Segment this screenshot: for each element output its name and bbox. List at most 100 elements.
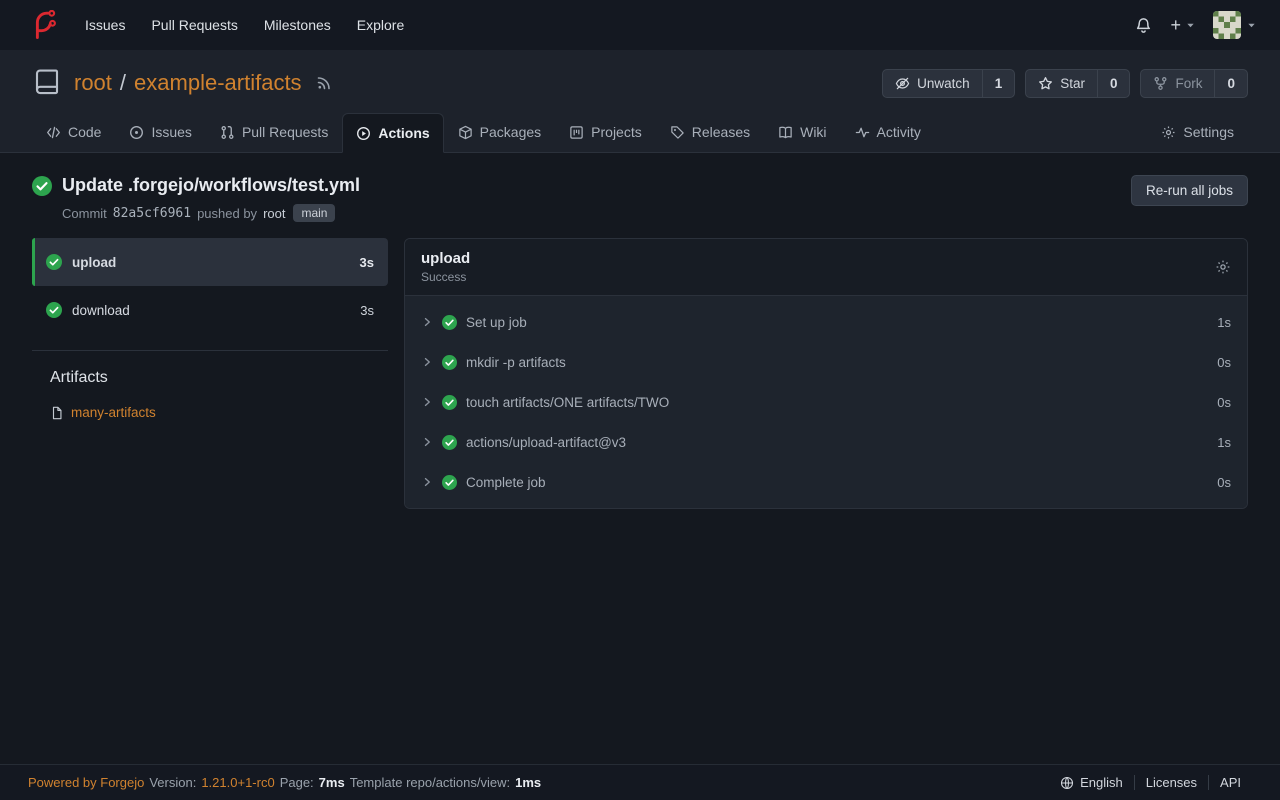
job-name: upload [72, 255, 116, 270]
tab-label: Wiki [800, 124, 826, 140]
fork-button[interactable]: Fork 0 [1140, 69, 1248, 98]
tab-pull-requests[interactable]: Pull Requests [206, 112, 342, 152]
fork-label: Fork [1175, 76, 1202, 91]
success-check-icon [442, 315, 457, 330]
licenses-link[interactable]: Licenses [1134, 775, 1208, 790]
tab-label: Settings [1183, 124, 1234, 140]
unwatch-button[interactable]: Unwatch 1 [882, 69, 1015, 98]
job-detail-panel: upload Success Set up job 1s [404, 238, 1248, 509]
tab-label: Activity [877, 124, 921, 140]
api-link[interactable]: API [1208, 775, 1252, 790]
success-check-icon [46, 302, 62, 318]
step-duration: 1s [1217, 435, 1231, 450]
jobs-sidebar: upload 3s download 3s Artifacts many-art… [32, 238, 388, 420]
star-button[interactable]: Star 0 [1025, 69, 1130, 98]
file-icon [50, 406, 64, 420]
step-row-upload-artifact[interactable]: actions/upload-artifact@v3 1s [405, 422, 1247, 462]
run-success-check-icon [32, 176, 52, 196]
create-new-menu[interactable]: + [1170, 15, 1195, 36]
step-row-mkdir[interactable]: mkdir -p artifacts 0s [405, 342, 1247, 382]
sidebar-divider [32, 350, 388, 351]
chevron-right-icon [421, 396, 433, 408]
star-label: Star [1060, 76, 1085, 91]
job-name: download [72, 303, 130, 318]
repo-name-link[interactable]: example-artifacts [134, 70, 302, 96]
tab-projects[interactable]: Projects [555, 112, 656, 152]
step-name: Set up job [466, 315, 527, 330]
language-label: English [1080, 775, 1123, 790]
artifact-item: many-artifacts [50, 405, 388, 420]
artifacts-heading: Artifacts [50, 369, 388, 387]
step-duration: 0s [1217, 475, 1231, 490]
footer-info: Powered by Forgejo Version: 1.21.0+1-rc0… [28, 775, 541, 790]
chevron-right-icon [421, 476, 433, 488]
step-row-complete-job[interactable]: Complete job 0s [405, 462, 1247, 502]
workflow-run-header: Update .forgejo/workflows/test.yml Commi… [0, 153, 1280, 230]
job-item-upload[interactable]: upload 3s [32, 238, 388, 286]
tab-wiki[interactable]: Wiki [764, 112, 840, 152]
commit-label: Commit [62, 206, 107, 221]
chevron-down-icon [1247, 21, 1256, 30]
tab-settings[interactable]: Settings [1147, 112, 1248, 152]
success-check-icon [46, 254, 62, 270]
forgejo-logo[interactable] [28, 10, 58, 40]
star-count[interactable]: 0 [1097, 70, 1130, 97]
repo-icon [32, 68, 62, 98]
tab-actions[interactable]: Actions [342, 113, 443, 153]
nav-item-pull-requests[interactable]: Pull Requests [138, 9, 250, 41]
tab-label: Issues [151, 124, 191, 140]
job-steps-list: Set up job 1s mkdir -p artifacts 0s [405, 296, 1247, 508]
issue-icon [129, 125, 144, 140]
project-board-icon [569, 125, 584, 140]
powered-by-link[interactable]: Powered by Forgejo [28, 775, 144, 790]
language-selector[interactable]: English [1049, 775, 1134, 790]
pulse-icon [855, 125, 870, 140]
tab-label: Projects [591, 124, 642, 140]
job-item-download[interactable]: download 3s [32, 286, 388, 334]
step-name: touch artifacts/ONE artifacts/TWO [466, 395, 669, 410]
repo-owner-link[interactable]: root [74, 70, 112, 96]
pull-request-icon [220, 125, 235, 140]
nav-item-milestones[interactable]: Milestones [251, 9, 344, 41]
step-name: mkdir -p artifacts [466, 355, 566, 370]
repo-tab-bar: Code Issues Pull Requests Actions [32, 112, 1248, 152]
navbar-links: Issues Pull Requests Milestones Explore [72, 9, 417, 41]
tab-activity[interactable]: Activity [841, 112, 935, 152]
nav-item-explore[interactable]: Explore [344, 9, 417, 41]
version-link[interactable]: 1.21.0+1-rc0 [201, 775, 274, 790]
branch-badge[interactable]: main [293, 204, 335, 222]
job-duration: 3s [360, 255, 374, 270]
tab-code[interactable]: Code [32, 112, 115, 152]
page-time-label: Page: [280, 775, 314, 790]
chevron-right-icon [421, 316, 433, 328]
tab-issues[interactable]: Issues [115, 112, 205, 152]
job-detail-title: upload [421, 250, 470, 267]
watch-count[interactable]: 1 [982, 70, 1015, 97]
author-link[interactable]: root [263, 206, 285, 221]
book-icon [778, 125, 793, 140]
tag-icon [670, 125, 685, 140]
run-title: Update .forgejo/workflows/test.yml [62, 175, 360, 196]
step-row-set-up-job[interactable]: Set up job 1s [405, 302, 1247, 342]
nav-item-issues[interactable]: Issues [72, 9, 138, 41]
commit-sha-link[interactable]: 82a5cf6961 [113, 206, 191, 221]
top-navbar: Issues Pull Requests Milestones Explore … [0, 0, 1280, 50]
user-menu[interactable] [1213, 11, 1256, 39]
template-time-value: 1ms [515, 775, 541, 790]
breadcrumb: root / example-artifacts [74, 70, 302, 96]
star-icon [1038, 76, 1053, 91]
rerun-all-jobs-button[interactable]: Re-run all jobs [1131, 175, 1248, 206]
globe-icon [1060, 776, 1074, 790]
tab-releases[interactable]: Releases [656, 112, 764, 152]
step-duration: 1s [1217, 315, 1231, 330]
step-row-touch-artifacts[interactable]: touch artifacts/ONE artifacts/TWO 0s [405, 382, 1247, 422]
job-status-text: Success [421, 270, 470, 284]
rss-icon[interactable] [316, 75, 332, 91]
job-options-gear-icon[interactable] [1215, 259, 1231, 275]
tab-packages[interactable]: Packages [444, 112, 555, 152]
chevron-right-icon [421, 436, 433, 448]
plus-icon: + [1170, 15, 1181, 36]
notifications-bell-icon[interactable] [1135, 17, 1152, 34]
artifact-download-link[interactable]: many-artifacts [71, 405, 156, 420]
fork-count[interactable]: 0 [1214, 70, 1247, 97]
